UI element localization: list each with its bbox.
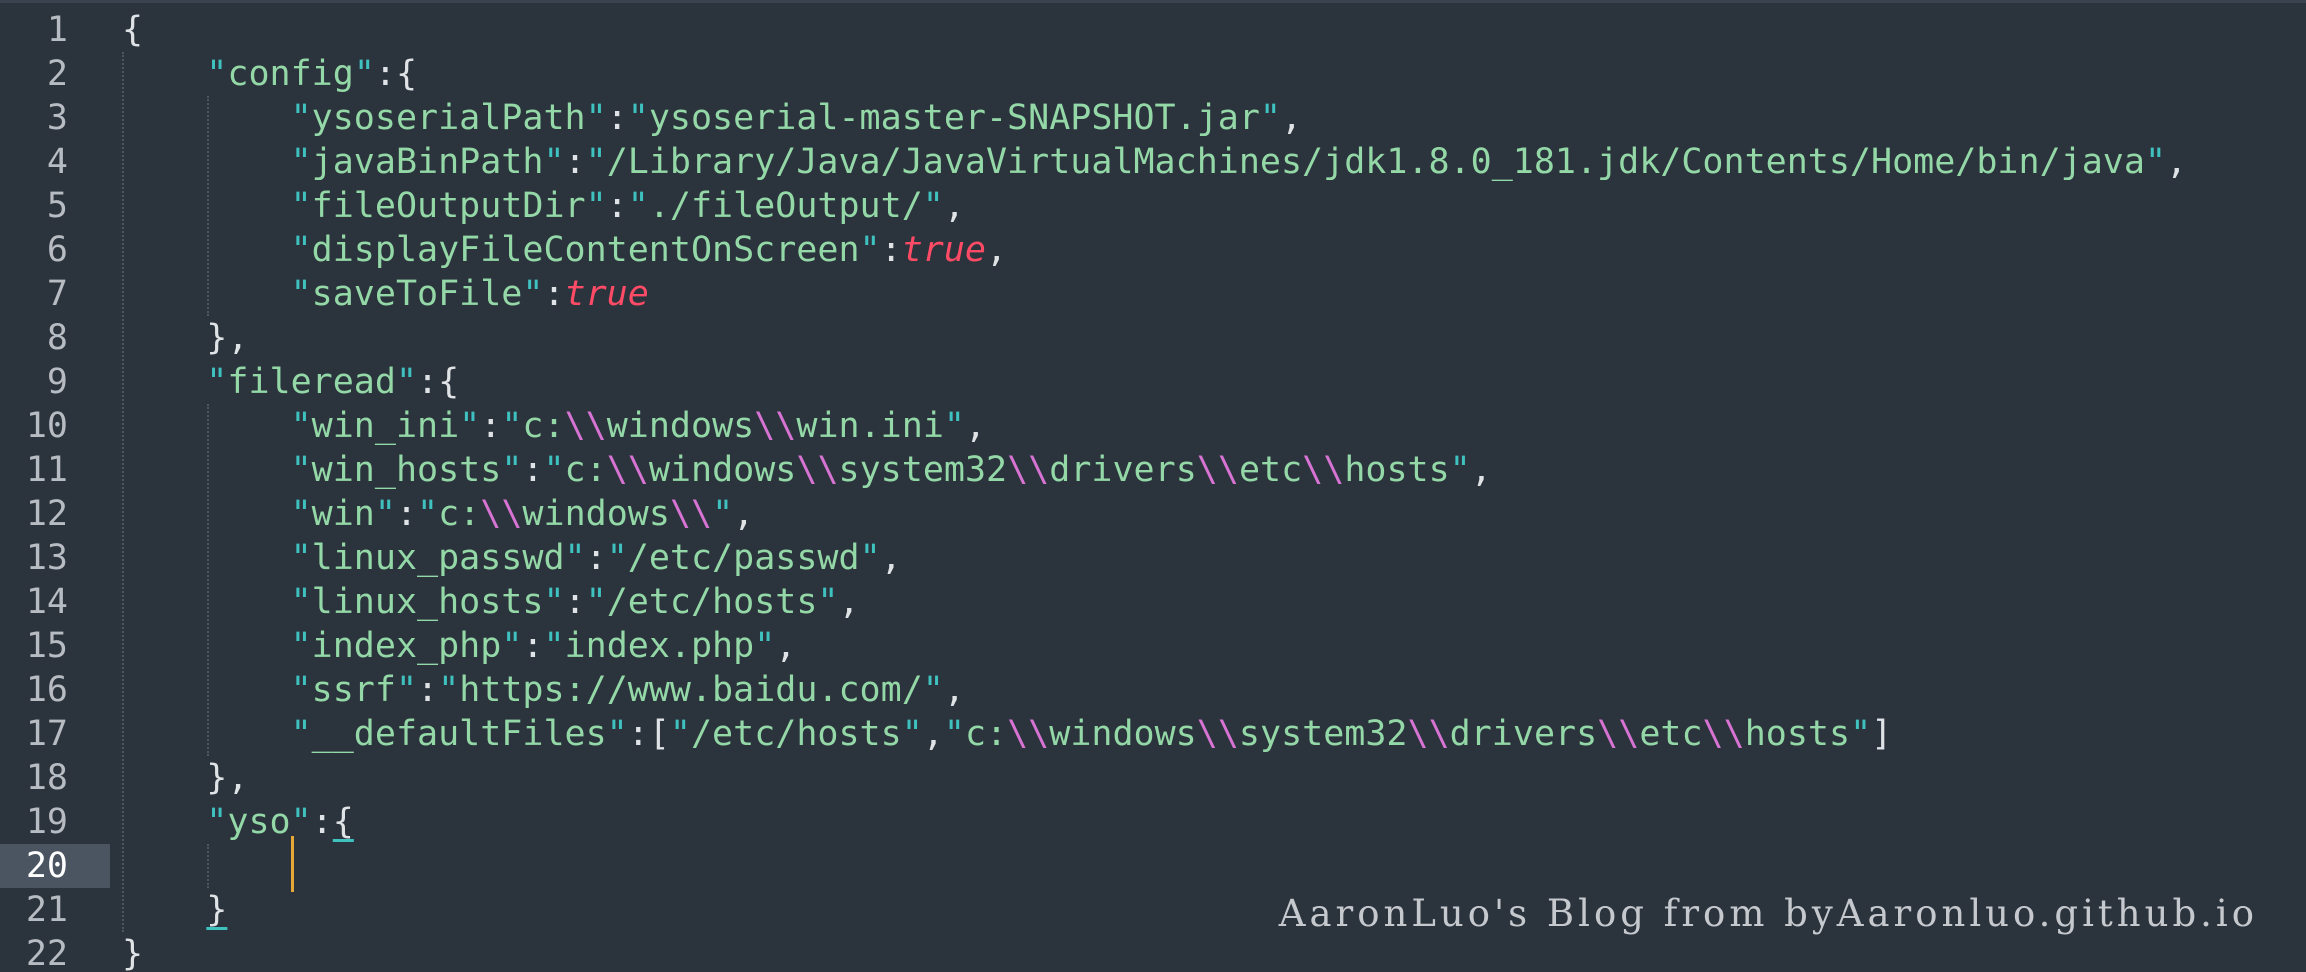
code-line: "win":"c:\\windows\\",: [290, 494, 755, 534]
line-number: 8: [46, 318, 68, 358]
code-line: "__defaultFiles":["/etc/hosts","c:\\wind…: [290, 714, 1893, 754]
line-number-gutter: 1 2 3 4 5 6 7 8 9 10 11 12 13 14 15 16 1…: [0, 8, 110, 972]
code-line: "index_php":"index.php",: [290, 626, 797, 666]
code-line: "win_hosts":"c:\\windows\\system32\\driv…: [290, 450, 1492, 490]
line-number: 9: [46, 362, 68, 402]
line-number: 6: [46, 230, 68, 270]
line-number: 15: [25, 626, 68, 666]
line-number: 13: [25, 538, 68, 578]
code-line: },: [206, 318, 249, 358]
code-line: {: [122, 10, 144, 50]
text-cursor: [290, 836, 294, 892]
line-number: 5: [46, 186, 68, 226]
line-number-active: 20: [0, 844, 110, 888]
code-line: },: [206, 758, 249, 798]
line-number: 10: [25, 406, 68, 446]
line-number: 19: [25, 802, 68, 842]
code-line: "yso":{: [206, 802, 354, 842]
matched-bracket: }: [206, 890, 228, 930]
code-line: "ssrf":"https://www.baidu.com/",: [290, 670, 965, 710]
line-number: 3: [46, 98, 68, 138]
line-number: 16: [25, 670, 68, 710]
blog-watermark: AaronLuo's Blog from byAaronluo.github.i…: [1278, 892, 2258, 935]
line-number: 18: [25, 758, 68, 798]
code-line: "win_ini":"c:\\windows\\win.ini",: [290, 406, 987, 446]
editor-top-border: [0, 0, 2306, 3]
line-number: 1: [46, 10, 68, 50]
code-line: "linux_hosts":"/etc/hosts",: [290, 582, 860, 622]
line-number: 21: [25, 890, 68, 930]
line-number: 17: [25, 714, 68, 754]
code-line: "ysoserialPath":"ysoserial-master-SNAPSH…: [290, 98, 1303, 138]
code-line: "fileread":{: [206, 362, 460, 402]
line-number: 11: [25, 450, 68, 490]
code-line: "fileOutputDir":"./fileOutput/",: [290, 186, 965, 226]
line-number: 2: [46, 54, 68, 94]
code-area[interactable]: { "config":{ "ysoserialPath":"ysoserial-…: [122, 8, 2187, 972]
line-number: 7: [46, 274, 68, 314]
matched-bracket: {: [332, 802, 354, 842]
code-line: "saveToFile":true: [290, 274, 649, 314]
code-line: }: [122, 934, 144, 972]
code-line: "linux_passwd":"/etc/passwd",: [290, 538, 902, 578]
code-line: "config":{: [206, 54, 418, 94]
line-number: 14: [25, 582, 68, 622]
code-line-active[interactable]: [122, 836, 2187, 892]
line-number: 4: [46, 142, 68, 182]
code-line: "displayFileContentOnScreen":true,: [290, 230, 1008, 270]
line-number: 12: [25, 494, 68, 534]
line-number: 22: [25, 934, 68, 972]
code-line: "javaBinPath":"/Library/Java/JavaVirtual…: [290, 142, 2188, 182]
code-editor[interactable]: 1 2 3 4 5 6 7 8 9 10 11 12 13 14 15 16 1…: [0, 0, 2306, 972]
